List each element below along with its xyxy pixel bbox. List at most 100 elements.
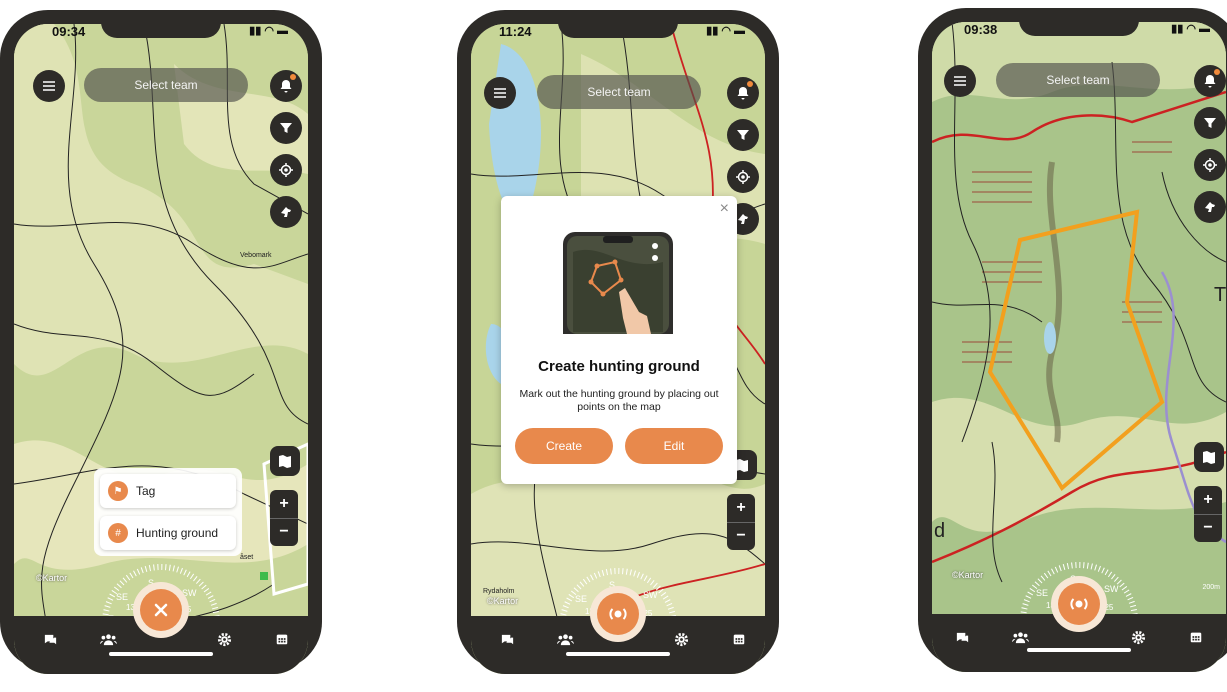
add-menu: ⚑ Tag # Hunting ground [94,468,242,556]
zoom-out-button[interactable]: − [727,523,755,551]
dog-icon [738,214,748,224]
phone-1: Vebomark åset 09:34 ▮▮ ◠ ▬ Select team +… [0,10,322,682]
bell-icon [737,87,749,100]
hamburger-icon [43,81,55,91]
crosshair-icon [279,163,293,177]
zoom-control: + − [270,490,298,546]
notch [101,10,221,38]
notification-dot [747,81,753,87]
settings-icon[interactable] [671,629,691,649]
map-icon [279,455,291,468]
menu-button[interactable] [944,65,976,97]
locate-button[interactable] [727,161,759,193]
settings-icon[interactable] [214,629,234,649]
hamburger-icon [954,76,966,86]
notifications-button[interactable] [1194,65,1226,97]
create-hunting-ground-dialog: × Create hunting ground Mark out the hun… [501,196,737,484]
menu-item-label: Tag [136,484,156,498]
compass-label: SE [575,594,587,604]
settings-icon[interactable] [1128,627,1148,647]
dialog-title: Create hunting ground [538,358,700,375]
dog-button[interactable] [270,196,302,228]
locate-button[interactable] [1194,149,1226,181]
menu-item-hunting-ground[interactable]: # Hunting ground [100,516,236,550]
dialog-text: Mark out the hunting ground by placing o… [519,388,719,413]
zoom-out-button[interactable]: − [1194,515,1222,543]
zoom-in-button[interactable]: + [727,494,755,523]
calendar-icon[interactable] [1186,627,1206,647]
status-icons: ▮▮ ◠ ▬ [1171,23,1210,35]
select-team-button[interactable]: Select team [84,68,248,102]
status-icons: ▮▮ ◠ ▬ [249,25,288,37]
notifications-button[interactable] [727,77,759,109]
notch [558,10,678,38]
close-icon [140,589,182,631]
place-label: d [934,520,946,542]
broadcast-icon [597,593,639,635]
hamburger-icon [494,88,506,98]
chat-icon[interactable] [497,629,517,649]
phone-2: Rydaholm 11:24 ▮▮ ◠ ▬ Select team + − × [457,10,779,686]
select-team-button[interactable]: Select team [996,63,1160,97]
home-indicator [566,652,670,656]
status-time: 09:34 [52,24,86,39]
filter-icon [737,130,749,140]
bell-icon [280,80,292,93]
chat-icon[interactable] [952,627,972,647]
flag-icon: ⚑ [108,481,128,501]
crosshair-icon [736,170,750,184]
notch [1019,8,1139,36]
phone-illustration [563,232,673,334]
center-fab[interactable] [590,586,646,642]
dog-button[interactable] [1194,191,1226,223]
menu-button[interactable] [33,70,65,102]
grid-icon: # [108,523,128,543]
team-icon[interactable] [98,629,118,649]
place-label: åset [240,554,254,561]
edit-button[interactable]: Edit [625,428,723,464]
map-scale: 200m [1202,584,1220,591]
compass-label: SW [643,590,658,600]
place-label: T [1214,284,1226,306]
create-button[interactable]: Create [515,428,613,464]
crosshair-icon [1203,158,1217,172]
chat-icon[interactable] [40,629,60,649]
team-icon[interactable] [555,629,575,649]
status-icons: ▮▮ ◠ ▬ [706,25,745,37]
broadcast-icon [1058,583,1100,625]
close-icon[interactable]: × [720,200,729,218]
map-layers-button[interactable] [270,446,300,476]
zoom-in-button[interactable]: + [1194,486,1222,515]
filter-button[interactable] [1194,107,1226,139]
map-layers-button[interactable] [1194,442,1224,472]
filter-button[interactable] [270,112,302,144]
menu-button[interactable] [484,77,516,109]
home-indicator [1027,648,1131,652]
notification-dot [1214,69,1220,75]
map-attribution: ©Kartor [487,596,519,606]
status-time: 09:38 [964,22,998,37]
compass-label: SE [116,592,128,602]
filter-icon [1204,118,1216,128]
locate-button[interactable] [270,154,302,186]
filter-icon [280,123,292,133]
phone-3: d T 09:38 ▮▮ ◠ ▬ Select team + − ©Kartor… [918,8,1227,680]
compass-label: SW [1104,584,1119,594]
map-attribution: ©Kartor [36,573,68,583]
team-icon[interactable] [1010,627,1030,647]
menu-item-tag[interactable]: ⚑ Tag [100,474,236,508]
zoom-out-button[interactable]: − [270,519,298,547]
notification-dot [290,74,296,80]
select-team-button[interactable]: Select team [537,75,701,109]
center-fab[interactable] [1051,576,1107,632]
filter-button[interactable] [727,119,759,151]
center-fab[interactable] [133,582,189,638]
calendar-icon[interactable] [272,629,292,649]
notifications-button[interactable] [270,70,302,102]
home-indicator [109,652,213,656]
zoom-in-button[interactable]: + [270,490,298,519]
menu-item-label: Hunting ground [136,526,219,540]
calendar-icon[interactable] [729,629,749,649]
status-time: 11:24 [499,24,532,39]
map-icon [1203,451,1215,464]
